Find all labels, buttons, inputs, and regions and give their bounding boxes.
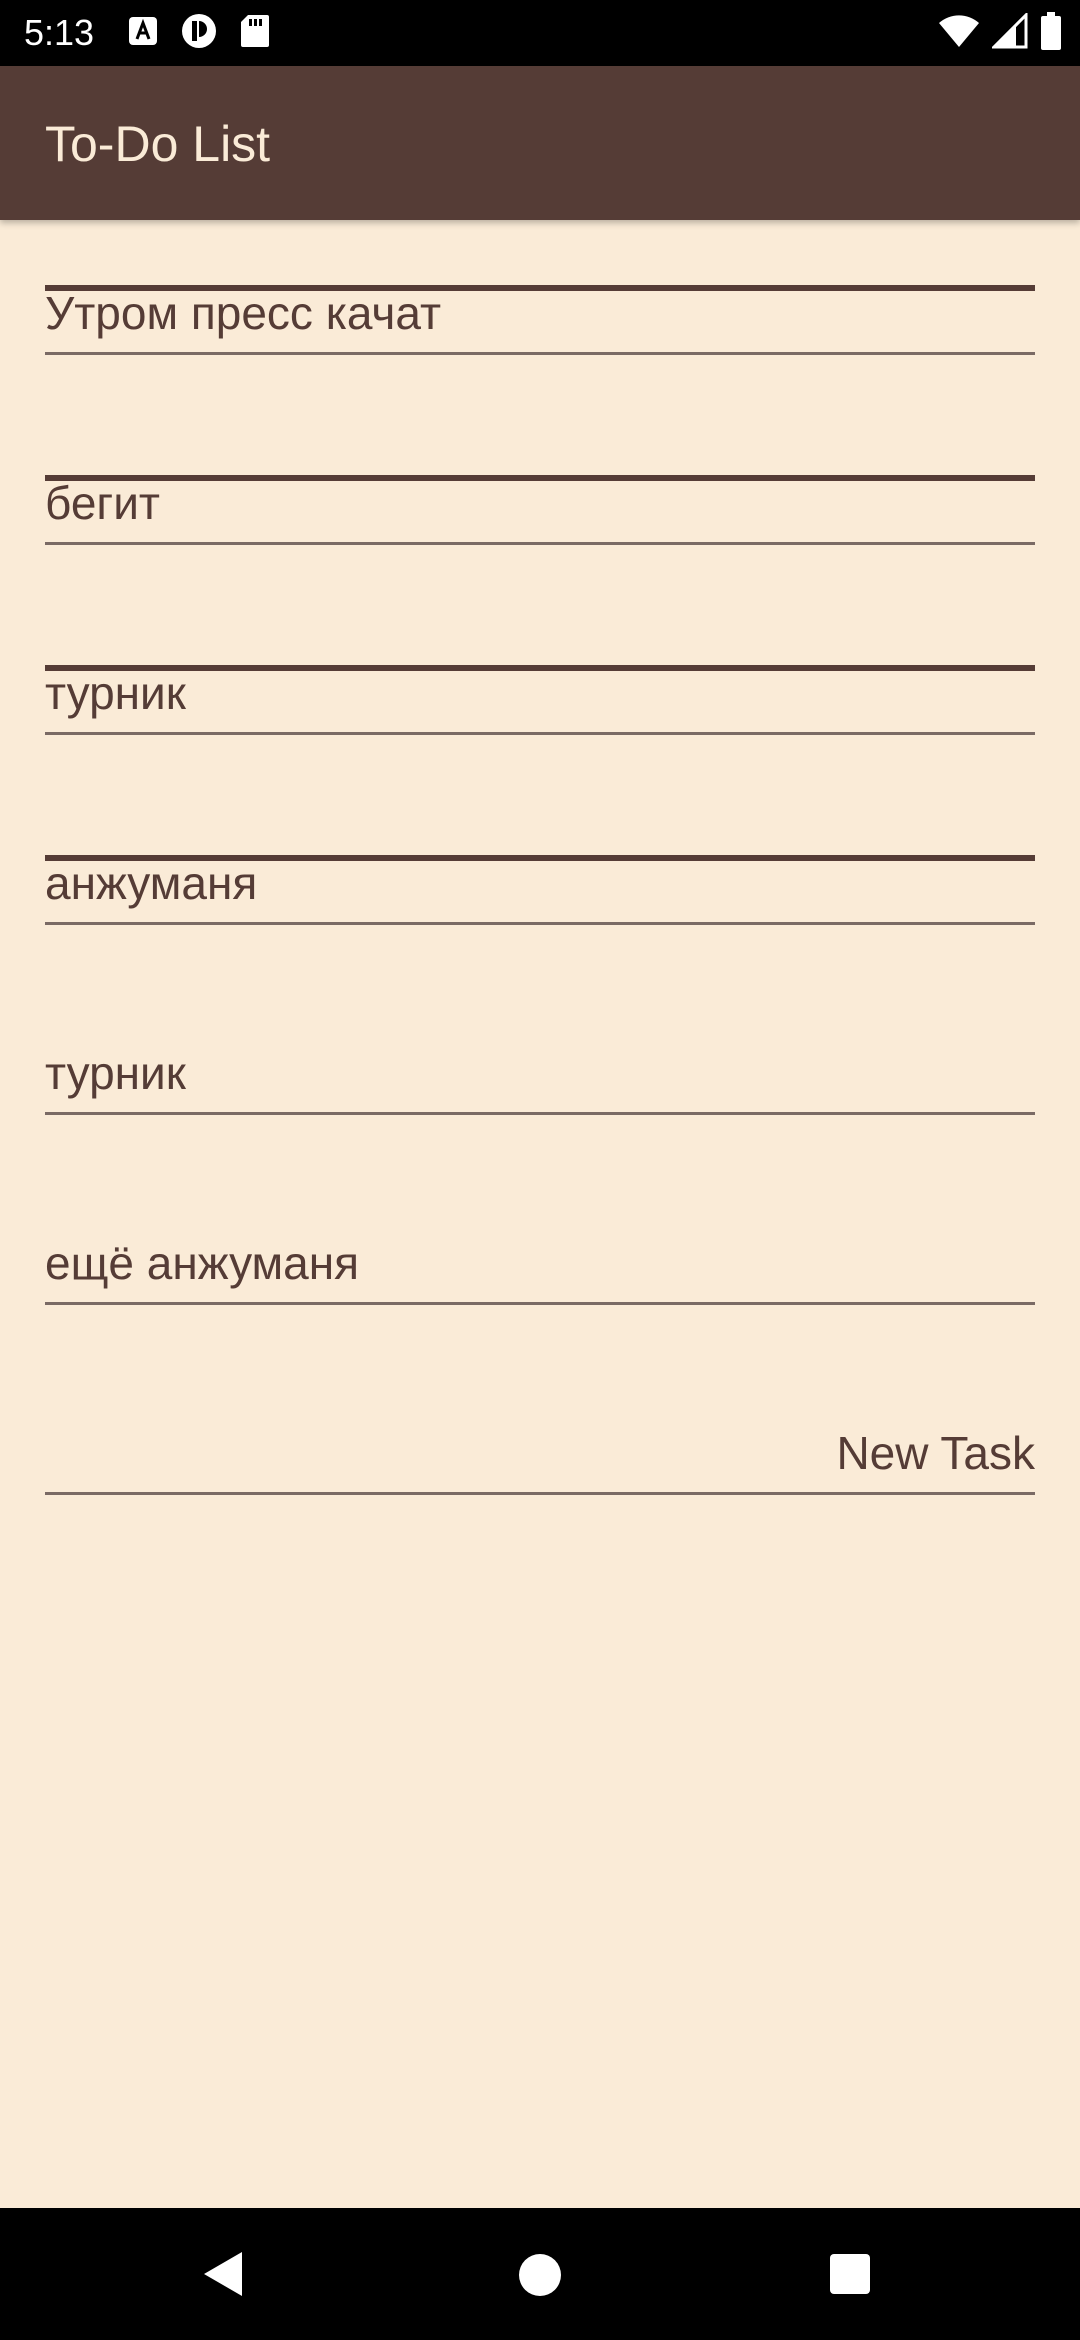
signal-icon bbox=[990, 10, 1028, 54]
task-text[interactable]: Утром пресс качат bbox=[45, 285, 441, 341]
strikethrough-line bbox=[45, 665, 1035, 671]
wifi-icon bbox=[938, 13, 980, 54]
navigation-bar bbox=[0, 2208, 1080, 2340]
app-title: To-Do List bbox=[45, 116, 271, 172]
recent-apps-icon[interactable] bbox=[830, 2254, 870, 2294]
task-item[interactable]: Утром пресс качат bbox=[45, 255, 1035, 355]
battery-icon bbox=[1040, 11, 1062, 55]
task-text[interactable]: бегит bbox=[45, 475, 160, 531]
status-notification-icons bbox=[128, 12, 270, 55]
strikethrough-line bbox=[45, 285, 1035, 291]
sd-card-icon bbox=[240, 14, 270, 53]
task-text[interactable]: турник bbox=[45, 665, 186, 721]
task-item[interactable]: турник bbox=[45, 1015, 1035, 1115]
strikethrough-line bbox=[45, 855, 1035, 861]
task-underline bbox=[45, 1302, 1035, 1305]
new-task-placeholder[interactable]: New Task bbox=[836, 1425, 1035, 1481]
task-item[interactable]: турник bbox=[45, 635, 1035, 735]
a-notification-icon bbox=[128, 16, 158, 51]
back-icon[interactable] bbox=[204, 2252, 242, 2296]
task-text[interactable]: турник bbox=[45, 1045, 186, 1101]
task-underline bbox=[45, 352, 1035, 355]
strikethrough-line bbox=[45, 475, 1035, 481]
new-task-input[interactable]: New Task bbox=[45, 1395, 1035, 1495]
task-underline bbox=[45, 542, 1035, 545]
task-item[interactable]: бегит bbox=[45, 445, 1035, 545]
task-underline bbox=[45, 732, 1035, 735]
sync-notification-icon bbox=[180, 12, 218, 55]
task-item[interactable]: анжуманя bbox=[45, 825, 1035, 925]
new-task-underline bbox=[45, 1492, 1035, 1495]
status-system-icons bbox=[938, 10, 1062, 55]
app-bar: To-Do List bbox=[0, 66, 1080, 220]
task-text[interactable]: анжуманя bbox=[45, 855, 257, 911]
task-underline bbox=[45, 922, 1035, 925]
home-icon[interactable] bbox=[519, 2254, 561, 2296]
task-item[interactable]: ещё анжуманя bbox=[45, 1205, 1035, 1305]
task-text[interactable]: ещё анжуманя bbox=[45, 1235, 359, 1291]
task-underline bbox=[45, 1112, 1035, 1115]
status-time: 5:13 bbox=[24, 12, 95, 53]
status-bar: 5:13 bbox=[0, 0, 1080, 66]
